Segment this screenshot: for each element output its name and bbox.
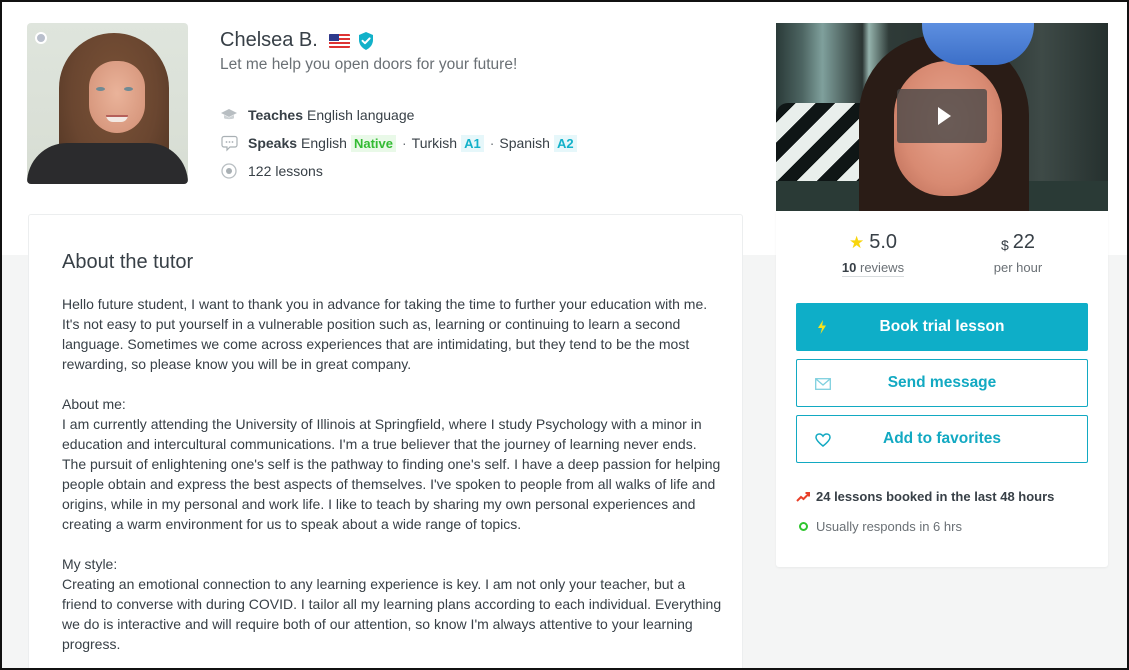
book-trial-label: Book trial lesson bbox=[879, 318, 1005, 335]
response-status-icon bbox=[796, 520, 810, 534]
my-style-text: Creating an emotional connection to any … bbox=[62, 576, 722, 652]
us-flag-icon bbox=[328, 33, 350, 48]
lessons-target-icon bbox=[220, 162, 238, 180]
about-me-text: I am currently attending the University … bbox=[62, 416, 721, 532]
language-name: English bbox=[301, 135, 347, 151]
heart-icon bbox=[814, 431, 832, 449]
book-trial-button[interactable]: Book trial lesson bbox=[796, 303, 1088, 351]
response-info: Usually responds in 6 hrs bbox=[796, 519, 962, 534]
add-favorites-button[interactable]: Add to favorites bbox=[796, 415, 1088, 463]
language-name: Turkish bbox=[411, 135, 458, 151]
about-card: About the tutor Hello future student, I … bbox=[28, 214, 743, 668]
about-intro: Hello future student, I want to thank yo… bbox=[62, 296, 708, 372]
teaches-row: Teaches English language bbox=[220, 101, 581, 129]
lessons-count: 122 bbox=[248, 163, 272, 179]
tutor-facts: Teaches English language Speaks English … bbox=[220, 101, 581, 185]
play-icon bbox=[937, 107, 951, 125]
tutor-name: Chelsea B. bbox=[220, 29, 318, 51]
language-level-badge: A1 bbox=[461, 134, 484, 152]
about-title: About the tutor bbox=[62, 251, 194, 273]
send-message-label: Send message bbox=[887, 374, 997, 391]
teaches-label: Teaches bbox=[248, 107, 303, 123]
speech-bubble-icon bbox=[220, 134, 238, 152]
language-level-badge: A2 bbox=[553, 134, 577, 152]
add-favorites-label: Add to favorites bbox=[883, 430, 1001, 447]
lessons-row: 122 lessons bbox=[220, 157, 581, 185]
star-icon: ★ bbox=[848, 232, 865, 252]
about-body: Hello future student, I want to thank yo… bbox=[62, 294, 722, 668]
intro-video[interactable] bbox=[776, 23, 1108, 211]
currency-symbol: $ bbox=[1000, 236, 1009, 253]
booking-card: ★ 5.0 10 reviews $ 22 per hour Book tria… bbox=[776, 211, 1108, 567]
separator: · bbox=[402, 135, 407, 151]
play-button[interactable] bbox=[897, 89, 987, 143]
separator: · bbox=[489, 135, 495, 151]
language-level-badge: Native bbox=[350, 134, 396, 152]
tutor-avatar[interactable] bbox=[27, 23, 188, 184]
tutor-tagline: Let me help you open doors for your futu… bbox=[220, 56, 518, 73]
price-stat: $ 22 per hour bbox=[943, 231, 1093, 275]
booked-text: 24 lessons booked in the last 48 hours bbox=[816, 489, 1055, 504]
language-name: Spanish bbox=[499, 135, 550, 151]
my-style-heading: My style: bbox=[62, 556, 118, 572]
envelope-icon bbox=[814, 375, 832, 393]
about-me-heading: About me: bbox=[62, 396, 126, 412]
send-message-button[interactable]: Send message bbox=[796, 359, 1088, 407]
trending-up-icon bbox=[796, 490, 810, 504]
rating-value: 5.0 bbox=[869, 231, 898, 253]
reviews-count: 10 bbox=[841, 260, 857, 275]
lessons-label: lessons bbox=[275, 163, 323, 179]
graduation-cap-icon bbox=[220, 106, 238, 124]
response-text: Usually responds in 6 hrs bbox=[816, 519, 962, 534]
reviews-link[interactable]: 10 reviews bbox=[841, 260, 905, 277]
verified-shield-icon bbox=[358, 31, 373, 50]
speaks-row: Speaks English Native · Turkish A1 · Spa… bbox=[220, 129, 581, 157]
price-amount: 22 bbox=[1012, 231, 1036, 253]
page: Chelsea B. Let me help you open doors fo… bbox=[0, 0, 1129, 670]
tutor-header: Chelsea B. bbox=[220, 29, 374, 52]
rating-stat: ★ 5.0 10 reviews bbox=[798, 231, 948, 277]
booked-info: 24 lessons booked in the last 48 hours bbox=[796, 489, 1054, 504]
teaches-value: English language bbox=[307, 107, 415, 123]
speaks-label: Speaks bbox=[248, 135, 298, 151]
status-indicator bbox=[35, 32, 47, 44]
lightning-icon bbox=[813, 318, 831, 336]
price-unit: per hour bbox=[993, 260, 1043, 275]
reviews-label: reviews bbox=[860, 260, 905, 275]
